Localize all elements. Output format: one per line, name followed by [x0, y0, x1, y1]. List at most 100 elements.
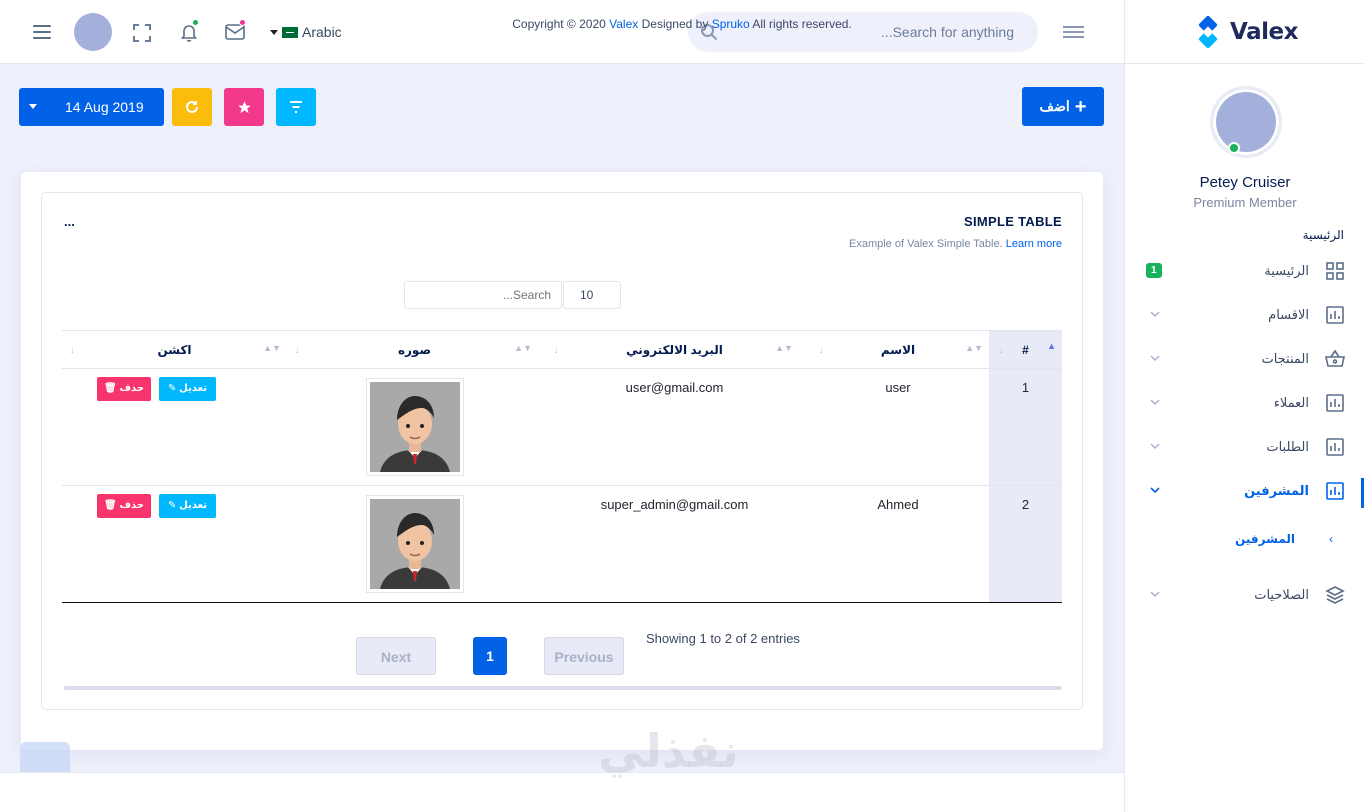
sidebar-item-label: الاقسام [1268, 307, 1309, 322]
add-label: اضف [1039, 98, 1070, 114]
column-label: اكشن [157, 342, 192, 357]
profile-name: Petey Cruiser [1199, 174, 1291, 191]
top-header: Arabic [0, 0, 1124, 64]
card-subtitle-text: Example of Valex Simple Table. [848, 238, 1003, 250]
column-label: الاسم [880, 342, 916, 357]
card-options-icon[interactable]: ... [64, 214, 75, 229]
user-photo [365, 378, 464, 476]
sidebar-item-admins[interactable]: المشرفين [1125, 474, 1364, 510]
sort-icon: ↓ [554, 345, 559, 355]
data-table: ↓ اكشن ▲▼ ↓ صوره ▲▼ ↓ البريد الالكتروني … [62, 330, 1062, 603]
date-picker-button[interactable]: 14 Aug 2019 [19, 88, 164, 126]
chevron-down-icon [1150, 399, 1160, 405]
actions-cell: ✎ تعديل 🗑 حذف [62, 368, 287, 486]
pagination-page-1[interactable]: 1 [473, 637, 507, 675]
star-icon [237, 100, 251, 113]
chart-icon [1326, 438, 1344, 456]
card-title: SIMPLE TABLE [964, 214, 1062, 229]
sidebar-subitem-admins[interactable]: ‹ المشرفين [1125, 528, 1364, 552]
sidebar-item-label: العملاء [1273, 395, 1309, 410]
edit-button[interactable]: ✎ تعديل [159, 377, 216, 401]
sort-icon: ▲▼ [263, 343, 281, 353]
copyright-text: Copyright © 2020 [512, 17, 606, 31]
footer [0, 772, 1124, 812]
chevron-down-icon [1150, 591, 1160, 597]
avatar-illustration [369, 382, 460, 472]
profile-avatar[interactable] [1210, 86, 1282, 158]
column-label: البريد الالكتروني [626, 342, 723, 357]
column-header-actions[interactable]: ↓ اكشن ▲▼ [62, 330, 287, 369]
basket-icon [1325, 349, 1345, 367]
sidebar-item-label: المنتجات [1261, 351, 1309, 366]
author-link[interactable]: Spruko [712, 17, 750, 31]
sidebar-item-products[interactable]: المنتجات [1125, 342, 1364, 378]
delete-label: حذف [119, 383, 145, 394]
filter-button[interactable] [276, 88, 316, 126]
sort-icon: ▲▼ [775, 343, 793, 353]
actions-cell: ✎ تعديل 🗑 حذف [62, 485, 287, 603]
sidebar-item-label: الرئيسية [1264, 263, 1309, 278]
user-photo [365, 495, 464, 593]
sidebar-item-home[interactable]: 1 الرئيسية [1125, 254, 1364, 290]
edit-label: تعديل [179, 500, 208, 511]
brand-link[interactable]: Valex [609, 17, 638, 31]
chart-icon [1326, 394, 1344, 412]
sort-icon: ↓ [819, 345, 824, 355]
brand-logo[interactable]: Valex [1125, 0, 1364, 64]
filter-icon [290, 101, 302, 113]
count-badge: 1 [1146, 263, 1162, 278]
sidebar-item-sections[interactable]: الاقسام [1125, 298, 1364, 334]
chevron-down-icon [1150, 355, 1160, 361]
sort-icon: ▲▼ [965, 343, 983, 353]
sidebar-item-orders[interactable]: الطلبات [1125, 430, 1364, 466]
date-label: 14 Aug 2019 [65, 99, 144, 115]
sidebar-item-customers[interactable]: العملاء [1125, 386, 1364, 422]
column-label: صوره [397, 342, 432, 357]
dashboard-icon [1326, 262, 1344, 280]
learn-more-link[interactable]: Learn more [1006, 238, 1062, 250]
horizontal-scrollbar[interactable] [64, 686, 1062, 690]
add-button[interactable]: اضف + [1022, 87, 1104, 126]
number-cell: 2 [989, 485, 1062, 603]
delete-button[interactable]: 🗑 حذف [97, 494, 151, 518]
email-cell: super_admin@gmail.com [542, 485, 807, 603]
edit-button[interactable]: ✎ تعديل [159, 494, 216, 518]
simple-table-card: ... SIMPLE TABLE Example of Valex Simple… [41, 192, 1083, 710]
table-info: Showing 1 to 2 of 2 entries [646, 631, 800, 646]
photo-cell [287, 368, 542, 486]
name-cell: user [807, 368, 989, 486]
edit-label: تعديل [179, 383, 208, 394]
column-header-number[interactable]: ↓ # ▲ [989, 330, 1062, 369]
watermark: نفذلي [598, 724, 739, 778]
column-header-email[interactable]: ↓ البريد الالكتروني ▲▼ [542, 330, 807, 369]
card-subtitle: Example of Valex Simple Table. Learn mor… [849, 238, 1062, 250]
refresh-icon [186, 100, 198, 113]
sidebar: Valex Petey Cruiser Premium Member الرئي… [1124, 0, 1364, 812]
chevron-down-icon [1150, 443, 1160, 449]
number-cell: 1 [989, 368, 1062, 486]
column-label: # [1022, 342, 1029, 357]
online-status-dot [1228, 142, 1240, 154]
table-search-input[interactable] [404, 281, 562, 309]
table-row: ✎ تعديل 🗑 حذف [62, 485, 1062, 603]
pagination-previous[interactable]: Previous [544, 637, 624, 675]
caret-down-icon [29, 104, 37, 109]
chart-icon [1326, 306, 1344, 324]
footer-text: Copyright © 2020 Valex Designed by Spruk… [0, 17, 1364, 31]
plus-icon: + [1074, 95, 1087, 118]
column-header-photo[interactable]: ↓ صوره ▲▼ [287, 330, 542, 369]
column-header-name[interactable]: ↓ الاسم ▲▼ [807, 330, 989, 369]
name-cell: Ahmed [807, 485, 989, 603]
page-length-select[interactable]: 10 [563, 281, 621, 309]
chart-icon [1326, 482, 1344, 500]
sidebar-item-permissions[interactable]: الصلاحيات [1125, 578, 1364, 614]
delete-label: حذف [119, 500, 145, 511]
favorite-button[interactable] [224, 88, 264, 126]
chevron-down-icon [1150, 311, 1160, 317]
delete-button[interactable]: 🗑 حذف [97, 377, 151, 401]
refresh-button[interactable] [172, 88, 212, 126]
pagination-next[interactable]: Next [356, 637, 436, 675]
avatar-illustration [369, 499, 460, 589]
sidebar-item-label: الصلاحيات [1254, 587, 1309, 602]
sort-asc-icon: ▲ [1047, 341, 1056, 351]
